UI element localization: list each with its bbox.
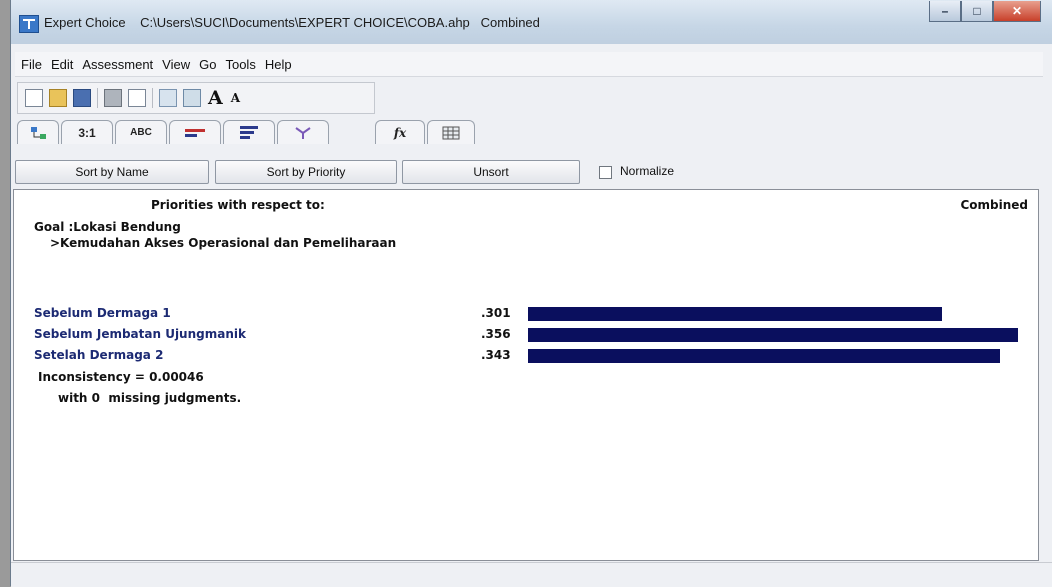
priorities-heading: Priorities with respect to: [151,198,325,212]
menu-assessment[interactable]: Assessment [82,57,153,72]
alternative-name: Sebelum Jembatan Ujungmanik [34,327,246,341]
file-path: C:\Users\SUCI\Documents\EXPERT CHOICE\CO… [140,15,470,30]
tab-grid[interactable] [427,120,475,144]
alternative-priority: .343 [481,348,511,362]
sort-by-priority-button[interactable]: Sort by Priority [215,160,397,184]
sort-by-name-button[interactable]: Sort by Name [15,160,209,184]
new-icon[interactable] [25,89,43,107]
alternative-priority: .356 [481,327,511,341]
close-button[interactable]: ✕ [993,1,1041,22]
app-window: Expert Choice C:\Users\SUCI\Documents\EX… [10,0,1052,587]
toolbar-separator [97,88,98,108]
font-smaller-icon[interactable]: A [231,91,240,105]
inconsistency-text: Inconsistency = 0.00046 [38,370,204,384]
priority-bars-icon [240,126,258,139]
criterion-label: >Kemudahan Akses Operasional dan Pemelih… [50,236,397,250]
normalize-checkbox[interactable] [599,166,612,179]
combined-label: Combined [960,198,1028,212]
app-name: Expert Choice [44,15,126,30]
alternative-priority: .301 [481,306,511,320]
print-icon[interactable] [104,89,122,107]
tab-graphical[interactable] [169,120,221,144]
open-icon[interactable] [49,89,67,107]
expert-choice-icon [19,15,39,33]
menu-file[interactable]: File [21,57,42,72]
menu-go[interactable]: Go [199,57,216,72]
tab-tree[interactable] [17,120,59,144]
tree-plus-icon[interactable] [183,89,201,107]
tab-formula[interactable]: fx [375,120,425,144]
font-larger-icon[interactable]: A [208,87,223,109]
tree-icon[interactable] [159,89,177,107]
priority-bar [528,349,1000,363]
ratings-icon [295,126,311,139]
status-bar [11,562,1052,587]
menu-view[interactable]: View [162,57,190,72]
tab-pairwise-numeric[interactable]: 3:1 [61,120,113,144]
tab-priorities[interactable] [223,120,275,144]
tab-ratings[interactable] [277,120,329,144]
tree-view-icon [31,126,46,139]
window-controls: – □ ✕ [929,1,1041,22]
title-bar: Expert Choice C:\Users\SUCI\Documents\EX… [11,0,1052,44]
sort-toolbar: Sort by Name Sort by Priority Unsort Nor… [11,154,1052,190]
goal-label: Goal :Lokasi Bendung [34,220,181,234]
print-preview-icon[interactable] [128,89,146,107]
priority-bar [528,307,942,321]
menu-help[interactable]: Help [265,57,292,72]
missing-judgments-text: with 0 missing judgments. [58,391,242,405]
title-mode: Combined [480,15,540,30]
save-icon[interactable] [73,89,91,107]
priorities-pane: Priorities with respect to: Combined Goa… [13,189,1039,561]
grid-icon [442,126,460,139]
graph-bars-icon [185,128,205,137]
tab-pairwise-verbal[interactable]: ABC [115,120,167,144]
tab-strip: 3:1 ABC fx [17,116,1047,144]
maximize-button[interactable]: □ [961,1,993,22]
window-title: Expert Choice C:\Users\SUCI\Documents\EX… [44,15,540,30]
toolbar-separator [152,88,153,108]
normalize-label: Normalize [620,164,675,178]
toolbar: A A [17,82,375,114]
alternative-name: Sebelum Dermaga 1 [34,306,171,320]
unsort-button[interactable]: Unsort [402,160,580,184]
priority-bar [528,328,1018,342]
alternative-name: Setelah Dermaga 2 [34,348,164,362]
minimize-button[interactable]: – [929,1,961,22]
menu-tools[interactable]: Tools [225,57,255,72]
menu-edit[interactable]: Edit [51,57,73,72]
menu-bar: File Edit Assessment View Go Tools Help [15,52,1043,77]
